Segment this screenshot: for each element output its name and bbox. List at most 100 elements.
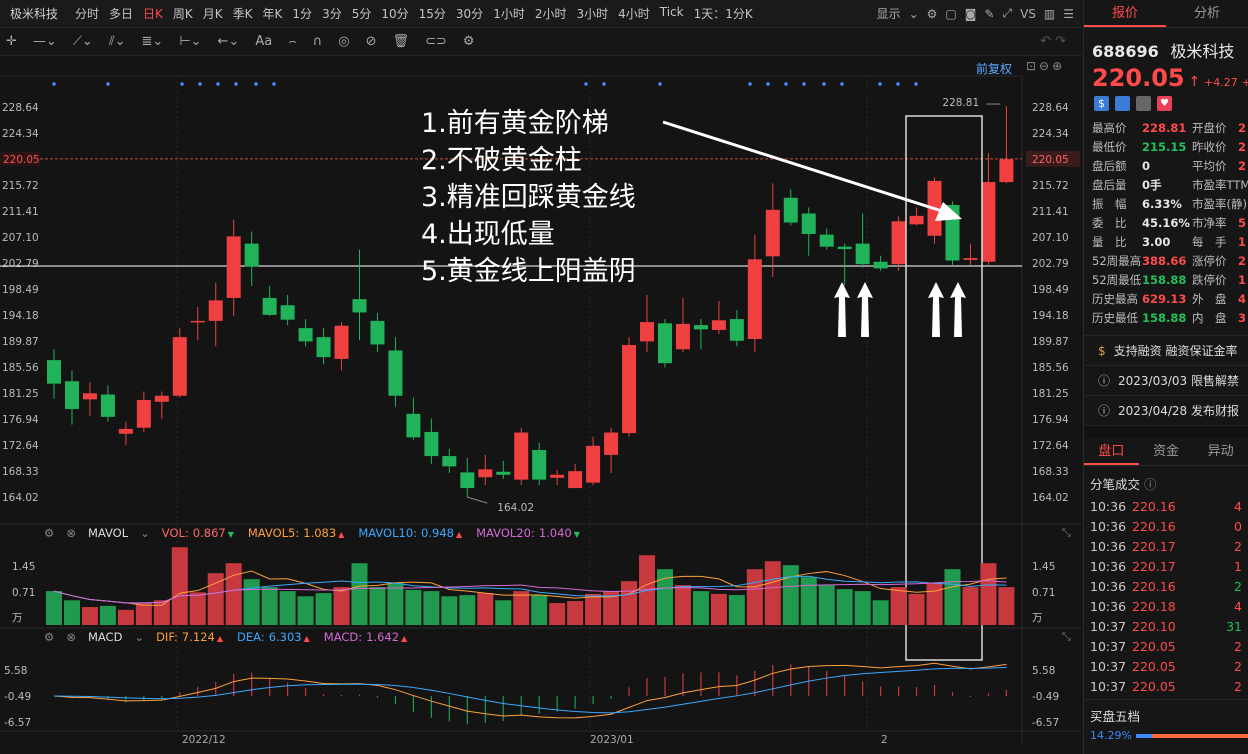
notice-item[interactable]: ⓘ 2023/03/03 限售解禁 <box>1084 366 1248 396</box>
period-8[interactable]: 3分 <box>317 5 347 22</box>
candle-body <box>783 197 798 223</box>
period-10[interactable]: 10分 <box>376 5 413 22</box>
brush-tool-icon[interactable]: ⌢ <box>288 34 297 49</box>
event-dot <box>198 82 202 86</box>
camera-icon[interactable]: ◙ <box>965 7 977 21</box>
stat-row: 振 幅 6.33% 市盈率(静) <box>1084 195 1248 214</box>
volume-bar <box>81 607 98 625</box>
line-tool-icon[interactable]: —⌄ <box>33 34 57 49</box>
zoom-controls[interactable]: ⊡⊖⊕ <box>1026 59 1065 73</box>
period-2[interactable]: 日K <box>138 5 168 22</box>
trend-tool-icon[interactable]: ⟋⌄ <box>73 34 93 49</box>
date-axis-label: 2022/12 <box>182 734 226 746</box>
tick-price: 220.05 <box>1132 659 1176 674</box>
period-7[interactable]: 1分 <box>287 5 317 22</box>
mavol-name[interactable]: MAVOL <box>88 526 128 540</box>
arrow-tool-icon[interactable]: ←⌄ <box>218 34 240 49</box>
up-arrow-icon <box>950 282 966 337</box>
gear-icon[interactable]: ⚙ <box>927 7 938 21</box>
notice-item[interactable]: ⓘ 2023/04/28 发布财报 <box>1084 396 1248 426</box>
hide-icon[interactable]: ⊘ <box>366 34 377 49</box>
candle-body <box>406 413 421 438</box>
list-icon[interactable]: ☰ <box>1063 7 1074 21</box>
macd-header: ⚙ ⊗ MACD ⌄ DIF: 7.124 ▲ DEA: 6.303 ▲ MACD: 1.64… <box>44 630 407 644</box>
tab-capital[interactable]: 资金 <box>1139 438 1194 465</box>
magnet-icon[interactable]: ∩ <box>313 34 323 49</box>
settings-icon[interactable]: ⚙ <box>463 34 475 49</box>
volume-bar <box>818 585 835 625</box>
heart-icon[interactable]: ♥ <box>1157 96 1172 111</box>
chevron-down-icon[interactable]: ⌄ <box>909 7 919 21</box>
pencil-icon[interactable]: ✎ <box>984 7 994 21</box>
info-icon: ⓘ <box>1098 404 1111 418</box>
mavol_bar-value-2: 0.948 <box>421 526 454 540</box>
current-price: 220.05 <box>1092 64 1185 92</box>
tab-quote[interactable]: 报价 <box>1084 0 1166 27</box>
text-tool-icon[interactable]: Aa <box>255 34 272 49</box>
period-11[interactable]: 15分 <box>414 5 451 22</box>
tick-time: 10:36 <box>1090 519 1127 534</box>
candle-body <box>568 471 583 489</box>
stat-label-2: 平均价 <box>1192 159 1227 173</box>
tab-analysis[interactable]: 分析 <box>1166 0 1248 27</box>
stock-name-tab[interactable]: 极米科技 <box>10 5 58 22</box>
fib-tool-icon[interactable]: ≣⌄ <box>142 34 164 49</box>
square-icon[interactable]: ▢ <box>945 7 956 21</box>
fullscreen-icon[interactable]: ⤢ <box>1002 6 1012 21</box>
macd_bar-item-2: MACD: 1.642 ▲ <box>324 630 407 644</box>
period-12[interactable]: 30分 <box>451 5 488 22</box>
close-icon[interactable]: ⊗ <box>66 526 76 540</box>
eye-icon[interactable]: ◎ <box>338 34 349 49</box>
volume-bar <box>441 596 458 625</box>
book-icon[interactable]: ▥ <box>1044 7 1055 21</box>
price-axis-label: 172.64 <box>1032 440 1069 452</box>
period-14[interactable]: 2小时 <box>530 5 572 22</box>
tag-icon[interactable] <box>1115 96 1130 111</box>
display-menu[interactable]: 显示 <box>877 5 901 22</box>
volume-bar <box>836 589 853 625</box>
period-16[interactable]: 4小时 <box>613 5 655 22</box>
measure-tool-icon[interactable]: ⊢⌄ <box>179 34 201 49</box>
period-15[interactable]: 3小时 <box>571 5 613 22</box>
restore-adjust-button[interactable]: 前复权 <box>976 60 1012 77</box>
bid-ratio: 14.29% <box>1090 729 1132 742</box>
period-4[interactable]: 月K <box>198 5 228 22</box>
gear-icon[interactable]: ⚙ <box>44 526 54 540</box>
volume-bar <box>621 581 638 625</box>
chevron-down-icon[interactable]: ⌄ <box>134 630 144 644</box>
undo-redo-icons[interactable]: ↶ ↷ <box>1040 34 1082 49</box>
channel-tool-icon[interactable]: ⫽⌄ <box>109 34 126 49</box>
close-icon[interactable]: ⊗ <box>66 630 76 644</box>
doc-icon[interactable] <box>1136 96 1151 111</box>
dollar-icon[interactable]: $ <box>1094 96 1109 111</box>
price-axis-label: 181.25 <box>1032 388 1069 400</box>
candle-body <box>262 297 277 315</box>
period-17[interactable]: Tick <box>655 5 689 22</box>
gear-icon[interactable]: ⚙ <box>44 630 54 644</box>
info-icon[interactable]: ⓘ <box>1144 477 1157 492</box>
period-1[interactable]: 多日 <box>104 5 138 22</box>
link-icon[interactable]: ⊂⊃ <box>425 34 447 49</box>
period-0[interactable]: 分时 <box>70 5 104 22</box>
period-13[interactable]: 1小时 <box>488 5 530 22</box>
stat-value: 158.88 <box>1142 311 1187 325</box>
vs-button[interactable]: VS <box>1020 7 1036 21</box>
period-6[interactable]: 年K <box>258 5 288 22</box>
trash-icon[interactable]: 🗑 <box>393 34 410 49</box>
period-18[interactable]: 1天：1分K <box>689 5 758 22</box>
volume-bar <box>63 600 80 625</box>
chevron-down-icon[interactable]: ⌄ <box>140 526 150 540</box>
period-9[interactable]: 5分 <box>347 5 377 22</box>
tab-orderbook[interactable]: 盘口 <box>1084 438 1139 465</box>
candle-body <box>172 337 187 396</box>
period-5[interactable]: 季K <box>228 5 258 22</box>
notice-item[interactable]: $ 支持融资 融资保证金率 <box>1084 336 1248 366</box>
volume-axis-label: 0.71 <box>1032 587 1055 599</box>
stat-value-2: 1 <box>1238 273 1247 287</box>
period-3[interactable]: 周K <box>168 5 198 22</box>
macd-name[interactable]: MACD <box>88 630 122 644</box>
tab-movement[interactable]: 异动 <box>1193 438 1248 465</box>
volume-bar <box>369 587 386 625</box>
volume-bar <box>333 587 350 625</box>
crosshair-icon[interactable]: ✛ <box>6 34 17 49</box>
